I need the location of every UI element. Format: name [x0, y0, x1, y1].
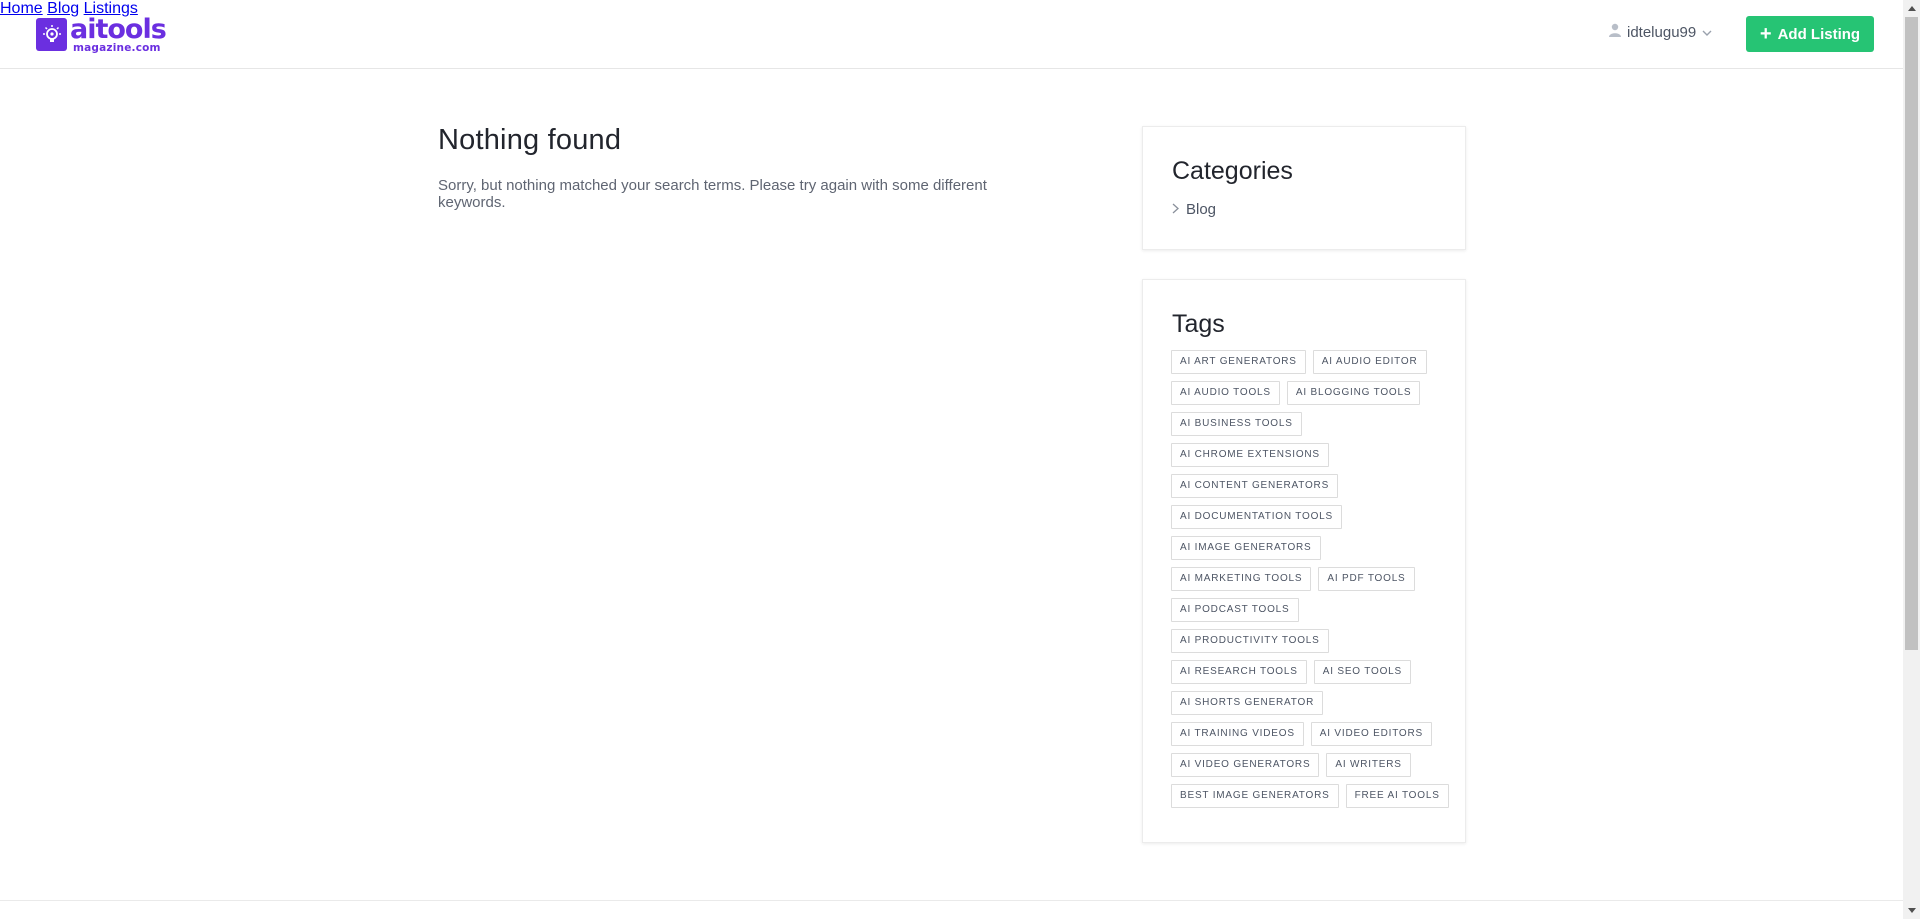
- tag-link[interactable]: AI DOCUMENTATION TOOLS: [1171, 505, 1342, 529]
- category-item-blog[interactable]: Blog: [1172, 201, 1216, 218]
- user-name: idtelugu99: [1627, 23, 1697, 41]
- categories-widget: Categories Blog: [1142, 126, 1466, 250]
- tag-link[interactable]: AI BUSINESS TOOLS: [1171, 412, 1302, 436]
- scroll-up-arrow-icon[interactable]: [1903, 0, 1920, 17]
- tags-widget: Tags AI ART GENERATORS AI AUDIO EDITOR AI…: [1142, 279, 1466, 843]
- tag-link[interactable]: AI PODCAST TOOLS: [1171, 598, 1299, 622]
- tag-link[interactable]: AI ART GENERATORS: [1171, 350, 1306, 374]
- site-header: aitools magazine.com Home Blog Listings …: [0, 0, 1903, 69]
- tag-link[interactable]: AI CONTENT GENERATORS: [1171, 474, 1339, 498]
- tag-link[interactable]: AI AUDIO EDITOR: [1312, 350, 1427, 374]
- scrollbar-thumb[interactable]: [1905, 17, 1918, 650]
- tag-link[interactable]: FREE AI TOOLS: [1345, 784, 1449, 808]
- tag-link[interactable]: AI MARKETING TOOLS: [1171, 567, 1312, 591]
- tag-link[interactable]: AI CHROME EXTENSIONS: [1171, 443, 1329, 467]
- main-content: Nothing found Sorry, but nothing matched…: [438, 124, 1058, 211]
- add-listing-button[interactable]: + Add Listing: [1746, 16, 1874, 52]
- plus-icon: +: [1759, 23, 1772, 45]
- user-icon: [1609, 23, 1621, 41]
- tags-title: Tags: [1172, 310, 1225, 338]
- tag-link[interactable]: AI BLOGGING TOOLS: [1286, 381, 1421, 405]
- tag-link[interactable]: AI PRODUCTIVITY TOOLS: [1171, 629, 1329, 653]
- chevron-down-icon: [1702, 24, 1712, 41]
- tag-link[interactable]: AI VIDEO EDITORS: [1310, 722, 1432, 746]
- tag-link[interactable]: AI TRAINING VIDEOS: [1171, 722, 1304, 746]
- tag-link[interactable]: BEST IMAGE GENERATORS: [1171, 784, 1339, 808]
- tag-link[interactable]: AI SHORTS GENERATOR: [1171, 691, 1324, 715]
- nav-home-link[interactable]: Home: [0, 0, 43, 17]
- scroll-down-arrow-icon[interactable]: [1903, 902, 1920, 919]
- tag-link[interactable]: AI PDF TOOLS: [1318, 567, 1415, 591]
- chevron-right-icon: [1172, 201, 1179, 218]
- logo-subtitle: magazine.com: [73, 42, 161, 54]
- tag-link[interactable]: AI WRITERS: [1326, 753, 1411, 777]
- tag-link[interactable]: AI SEO TOOLS: [1313, 660, 1411, 684]
- categories-title: Categories: [1172, 157, 1293, 185]
- category-label: Blog: [1186, 201, 1217, 218]
- tag-link[interactable]: AI AUDIO TOOLS: [1171, 381, 1280, 405]
- add-listing-label: Add Listing: [1777, 25, 1861, 43]
- site-logo[interactable]: aitools magazine.com: [36, 14, 167, 54]
- no-results-message: Sorry, but nothing matched your search t…: [438, 177, 987, 211]
- footer-divider: [0, 900, 1903, 901]
- page-scrollbar[interactable]: [1903, 0, 1920, 919]
- lightbulb-gear-icon: [36, 18, 67, 52]
- page-title: Nothing found: [438, 124, 622, 156]
- tag-link[interactable]: AI RESEARCH TOOLS: [1171, 660, 1307, 684]
- tag-link[interactable]: AI VIDEO GENERATORS: [1171, 753, 1320, 777]
- user-menu[interactable]: idtelugu99: [1609, 23, 1712, 41]
- logo-wordmark: aitools: [70, 14, 167, 45]
- tag-cloud: AI ART GENERATORS AI AUDIO EDITOR AI AUDI…: [1171, 350, 1449, 815]
- tag-link[interactable]: AI IMAGE GENERATORS: [1171, 536, 1321, 560]
